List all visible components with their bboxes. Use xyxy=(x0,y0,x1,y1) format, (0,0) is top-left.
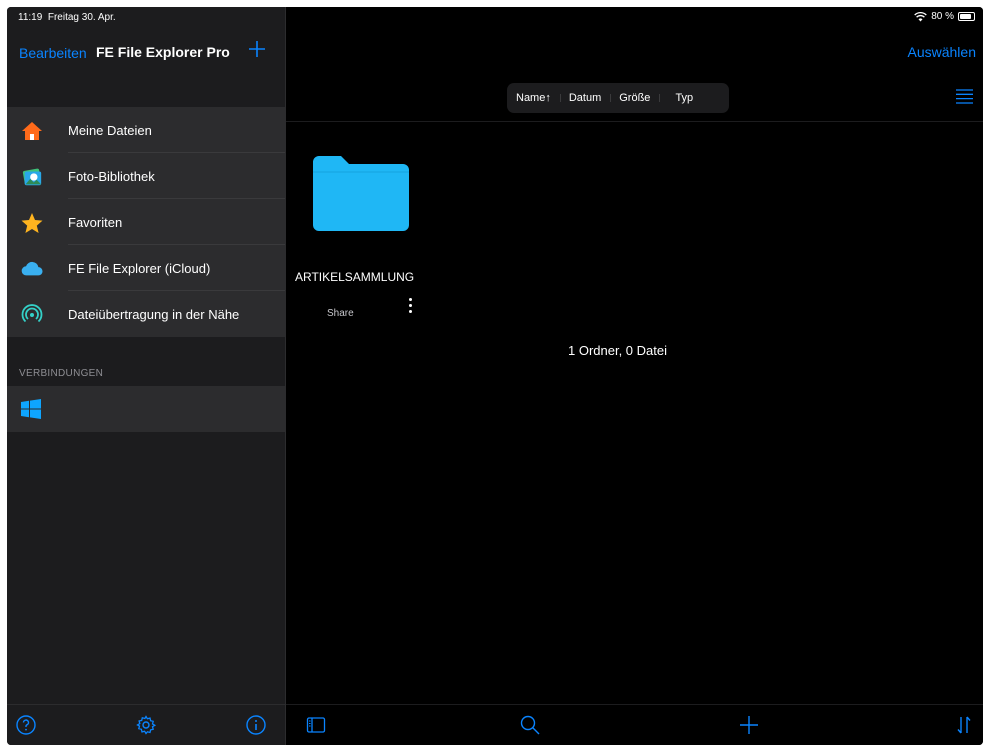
list-view-icon[interactable] xyxy=(956,89,973,104)
sort-icon[interactable] xyxy=(956,715,972,735)
divider xyxy=(286,121,983,122)
main-toolbar xyxy=(286,704,983,745)
sidebar-item-label: Dateiübertragung in der Nähe xyxy=(68,306,240,322)
section-label-connections: VERBINDUNGEN xyxy=(19,368,104,379)
device-screen: Bearbeiten FE File Explorer Pro Meine Da… xyxy=(7,7,983,745)
sidebar-item-nearby-transfer[interactable]: Dateiübertragung in der Nähe xyxy=(7,291,285,337)
folder-artikelsammlung[interactable] xyxy=(313,156,409,231)
sort-bar: Name↑ Datum Größe Typ xyxy=(507,83,729,113)
sidebar: Bearbeiten FE File Explorer Pro Meine Da… xyxy=(7,7,286,745)
main-pane: Auswählen Name↑ Datum Größe Typ ARTIKELS… xyxy=(286,7,983,745)
plus-icon xyxy=(249,41,265,57)
status-indicators: 80 % xyxy=(914,11,975,22)
settings-icon[interactable] xyxy=(136,715,157,735)
app-title: FE File Explorer Pro xyxy=(96,44,230,60)
sort-option-groesse[interactable]: Größe xyxy=(610,92,659,104)
edit-button[interactable]: Bearbeiten xyxy=(19,45,87,61)
cloud-icon xyxy=(21,258,43,280)
add-connection-button[interactable] xyxy=(248,40,266,62)
connection-item-windows[interactable] xyxy=(7,386,285,432)
more-options-button[interactable] xyxy=(407,298,413,320)
sort-option-name[interactable]: Name↑ xyxy=(507,92,560,104)
sidebar-item-label: Favoriten xyxy=(68,214,123,230)
info-icon[interactable] xyxy=(246,715,266,735)
sidebar-header: Bearbeiten FE File Explorer Pro xyxy=(7,37,285,77)
sidebar-item-favoriten[interactable]: Favoriten xyxy=(7,199,285,245)
sidebar-item-icloud[interactable]: FE File Explorer (iCloud) xyxy=(7,245,285,291)
status-date: Freitag 30. Apr. xyxy=(47,12,116,23)
battery-percent: 80 % xyxy=(931,11,954,22)
nearby-transfer-icon xyxy=(21,304,43,326)
sort-option-datum[interactable]: Datum xyxy=(559,92,610,104)
sidebar-item-label: FE File Explorer (iCloud) xyxy=(68,260,211,276)
folder-summary: 1 Ordner, 0 Datei xyxy=(568,343,667,358)
select-button[interactable]: Auswählen xyxy=(908,44,977,60)
sort-option-typ[interactable]: Typ xyxy=(659,92,713,104)
sidebar-footer xyxy=(7,704,285,745)
home-icon xyxy=(21,120,43,142)
folder-name[interactable]: ARTIKELSAMMLUNG xyxy=(295,270,414,284)
sidebar-item-foto-bibliothek[interactable]: Foto-Bibliothek xyxy=(7,153,285,199)
status-time: 11:19 Freitag 30. Apr. xyxy=(18,12,116,23)
photos-icon xyxy=(21,166,43,188)
help-icon[interactable] xyxy=(16,715,36,735)
folder-icon xyxy=(313,156,409,231)
wifi-icon xyxy=(914,11,927,21)
sidebar-item-meine-dateien[interactable]: Meine Dateien xyxy=(7,107,285,153)
battery-icon xyxy=(958,12,975,21)
sidebar-toggle-icon[interactable] xyxy=(306,715,326,735)
status-clock: 11:19 xyxy=(18,12,43,23)
search-icon[interactable] xyxy=(520,715,540,735)
share-label: Share xyxy=(327,308,354,319)
sidebar-list: Meine Dateien Foto-Bibliothek Favoriten xyxy=(7,107,285,337)
star-icon xyxy=(21,212,43,234)
plus-icon[interactable] xyxy=(739,715,759,735)
sidebar-item-label: Meine Dateien xyxy=(68,122,152,138)
sidebar-item-label: Foto-Bibliothek xyxy=(68,168,155,184)
windows-icon xyxy=(21,399,41,424)
